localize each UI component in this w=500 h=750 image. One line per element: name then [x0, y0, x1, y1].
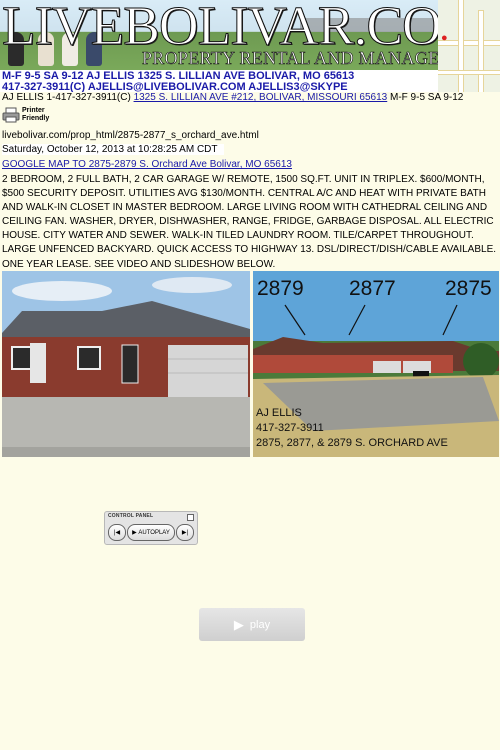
- unit-label-2875: 2875: [445, 277, 492, 300]
- property-photo-overview[interactable]: 2879 2877 2875 AJ ELLIS 417-327-3911 287…: [253, 271, 499, 457]
- printer-label-line2: Friendly: [22, 115, 50, 122]
- office-address-link[interactable]: 1325 S. LILLIAN AVE #212, BOLIVAR, MISSO…: [134, 92, 388, 103]
- printer-friendly-label: Printer Friendly: [22, 107, 49, 123]
- site-title: LIVEBOLIVAR.COM: [2, 0, 491, 56]
- slideshow-control-panel: CONTROL PANEL |◀ ▶ AUTOPLAY ▶|: [104, 511, 198, 545]
- property-photo-front[interactable]: [2, 271, 250, 457]
- sign-address: 2875, 2877, & 2879 S. ORCHARD AVE: [256, 437, 448, 449]
- unit-label-2879: 2879: [257, 277, 304, 300]
- property-description: 2 BEDROOM, 2 FULL BATH, 2 CAR GARAGE W/ …: [2, 174, 497, 270]
- map-pin-icon: ●: [441, 32, 448, 44]
- printer-friendly-button[interactable]: Printer Friendly: [2, 106, 49, 124]
- video-play-button[interactable]: ▶ play: [199, 608, 305, 641]
- unit-label-2877: 2877: [349, 277, 396, 300]
- banner-phone-email: 417-327-3911(C) AJELLIS@LIVEBOLIVAR.COM …: [2, 81, 348, 92]
- office-hours: M-F 9-5 SA 9-12: [387, 92, 464, 103]
- contact-name-phone: AJ ELLIS 1-417-327-3911(C): [2, 92, 134, 103]
- sign-name: AJ ELLIS: [256, 407, 302, 419]
- page: LIVEBOLIVAR.COM PROPERTY RENTAL AND MANA…: [0, 0, 500, 750]
- printer-label-line1: Printer: [22, 107, 45, 114]
- control-panel-title: CONTROL PANEL: [108, 513, 154, 519]
- play-icon: ▶: [233, 616, 244, 632]
- next-icon: ▶|: [181, 530, 189, 536]
- next-slide-button[interactable]: ▶|: [176, 524, 194, 541]
- printer-icon: [2, 107, 20, 123]
- site-banner[interactable]: LIVEBOLIVAR.COM PROPERTY RENTAL AND MANA…: [0, 0, 500, 92]
- contact-line: AJ ELLIS 1-417-327-3911(C) 1325 S. LILLI…: [2, 92, 463, 103]
- previous-slide-button[interactable]: |◀: [108, 524, 126, 541]
- play-label: play: [249, 618, 271, 631]
- google-map-link[interactable]: GOOGLE MAP TO 2875-2879 S. Orchard Ave B…: [2, 159, 292, 170]
- page-url: livebolivar.com/prop_html/2875-2877_s_or…: [2, 130, 259, 141]
- timestamp: Saturday, October 12, 2013 at 10:28:25 A…: [2, 144, 224, 155]
- sign-phone: 417-327-3911: [256, 422, 324, 434]
- previous-icon: |◀: [113, 530, 121, 536]
- banner-map-thumbnail[interactable]: ●: [438, 0, 500, 92]
- autoplay-button[interactable]: ▶ AUTOPLAY: [127, 524, 175, 541]
- control-panel-close-icon[interactable]: [187, 514, 194, 521]
- autoplay-label: AUTOPLAY: [138, 529, 170, 536]
